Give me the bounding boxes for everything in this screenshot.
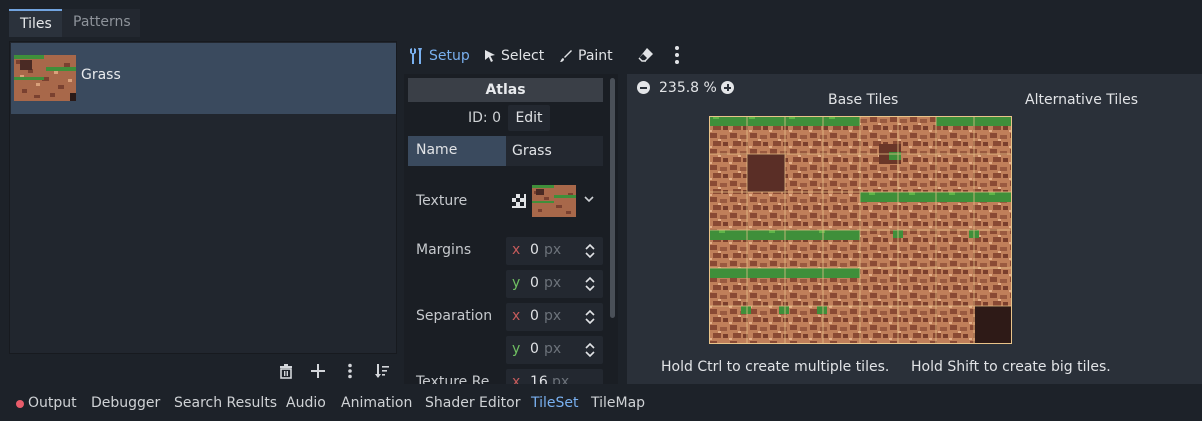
paint-button[interactable]: Paint	[559, 42, 613, 70]
name-input[interactable]: Grass	[506, 136, 603, 166]
axis-y-label: y	[512, 275, 521, 291]
separation-y-field[interactable]: y 0 px	[506, 336, 603, 364]
sort-icon[interactable]	[372, 361, 392, 381]
tab-tiles[interactable]: Tiles	[9, 9, 62, 37]
atlas-id-label: ID: 0	[468, 110, 501, 126]
tab-output[interactable]: Output	[28, 395, 77, 411]
zoom-in-icon[interactable]	[721, 81, 734, 94]
eraser-icon[interactable]	[636, 45, 656, 65]
select-label: Select	[501, 48, 545, 64]
texture-preview[interactable]	[532, 185, 576, 217]
paint-label: Paint	[578, 48, 613, 64]
atlas-section-header[interactable]: Atlas	[408, 78, 603, 102]
setup-button[interactable]: Setup	[410, 42, 470, 70]
brush-icon	[560, 50, 572, 62]
hint-ctrl-text: Hold Ctrl to create multiple tiles.	[661, 359, 890, 375]
margins-y-field[interactable]: y 0 px	[506, 270, 603, 298]
spinner-icon[interactable]	[584, 242, 596, 260]
margins-x-field[interactable]: x 0 px	[506, 237, 603, 265]
kebab-icon[interactable]	[340, 361, 360, 381]
select-button[interactable]: Select	[484, 42, 544, 70]
editor-mode-toolbar: Setup Select Paint	[403, 42, 623, 70]
spinner-icon[interactable]	[584, 341, 596, 359]
separation-property-label: Separation	[416, 308, 493, 324]
cursor-icon	[485, 50, 495, 62]
tileset-thumbnail	[14, 55, 76, 101]
texture-region-x-field[interactable]: x 16 px	[506, 369, 603, 384]
separation-x-field[interactable]: x 0 px	[506, 303, 603, 331]
axis-x-label: x	[512, 374, 521, 384]
more-options-icon[interactable]	[668, 45, 686, 65]
axis-y-label: y	[512, 341, 521, 357]
tab-tilemap[interactable]: TileMap	[591, 395, 645, 411]
texture-region-property-label: Texture Re	[416, 374, 490, 384]
texture-property-label: Texture	[416, 193, 468, 209]
source-name: Grass	[81, 67, 121, 83]
axis-x-label: x	[512, 242, 521, 258]
tab-audio[interactable]: Audio	[286, 395, 326, 411]
chevron-down-icon[interactable]	[584, 192, 594, 206]
separation-y-value: 0	[530, 341, 539, 357]
unit-label: px	[544, 308, 562, 324]
name-property-label: Name	[408, 136, 506, 166]
margins-x-value: 0	[530, 242, 539, 258]
tab-shader-editor[interactable]: Shader Editor	[425, 395, 520, 411]
separation-x-value: 0	[530, 308, 539, 324]
bottom-panel-tabs: Output Debugger Search Results Audio Ani…	[0, 384, 1202, 421]
tab-animation[interactable]: Animation	[341, 395, 412, 411]
tab-debugger[interactable]: Debugger	[91, 395, 160, 411]
alternative-tiles-label: Alternative Tiles	[1025, 92, 1139, 108]
unit-label: px	[544, 242, 562, 258]
tileset-tabbar: Tiles Patterns	[0, 0, 1202, 38]
tab-tileset[interactable]: TileSet	[531, 395, 579, 411]
inspector-scrollbar[interactable]	[610, 78, 615, 318]
unit-label: px	[544, 275, 562, 291]
edit-id-button[interactable]: Edit	[508, 105, 550, 131]
tab-search-results[interactable]: Search Results	[174, 395, 277, 411]
spinner-icon[interactable]	[584, 275, 596, 293]
plus-icon[interactable]	[308, 361, 328, 381]
tab-patterns[interactable]: Patterns	[62, 9, 140, 37]
setup-label: Setup	[429, 48, 470, 64]
zoom-level[interactable]: 235.8 %	[659, 80, 717, 96]
zoom-out-icon[interactable]	[637, 81, 650, 94]
trash-icon[interactable]	[276, 361, 296, 381]
unit-label: px	[552, 374, 570, 384]
source-item-grass[interactable]: Grass	[11, 43, 396, 114]
spinner-icon[interactable]	[584, 308, 596, 326]
margins-property-label: Margins	[416, 242, 472, 258]
atlas-inspector: Atlas ID: 0 Edit Name Grass Texture Marg…	[404, 74, 618, 384]
atlas-view: 235.8 % Base Tiles Alternative Tiles Hol…	[627, 74, 1202, 384]
hint-shift-text: Hold Shift to create big tiles.	[911, 359, 1111, 375]
output-status-dot	[16, 400, 24, 408]
checker-texture-icon	[512, 194, 526, 208]
texture-region-x-value: 16	[530, 374, 548, 384]
margins-y-value: 0	[530, 275, 539, 291]
axis-x-label: x	[512, 308, 521, 324]
unit-label: px	[544, 341, 562, 357]
atlas-texture-grid[interactable]	[709, 116, 1012, 344]
tile-source-list: Grass	[9, 41, 397, 354]
tools-icon	[410, 48, 422, 64]
base-tiles-label: Base Tiles	[828, 92, 899, 108]
